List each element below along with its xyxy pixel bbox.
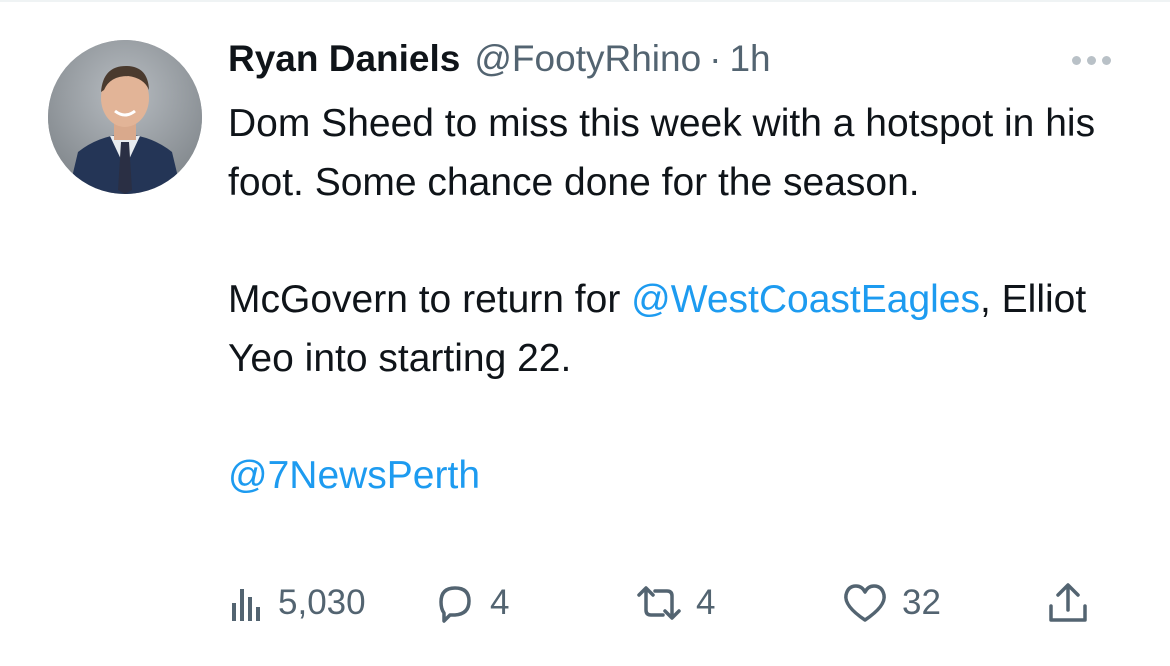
tweet-paragraph-1: Dom Sheed to miss this week with a hotsp…: [228, 102, 1096, 204]
mention-link-westcoasteagles[interactable]: @WestCoastEagles: [631, 278, 980, 321]
tweet-paragraph-3: @7NewsPerth: [228, 446, 1148, 505]
more-dot: [1087, 55, 1096, 65]
views-count: 5,030: [278, 583, 366, 622]
mention-link-7newsperth[interactable]: @7NewsPerth: [228, 454, 480, 497]
share-button[interactable]: [1046, 578, 1090, 628]
share-icon: [1049, 583, 1087, 622]
retweet-button[interactable]: 4: [634, 578, 715, 628]
views-button[interactable]: 5,030: [228, 578, 366, 628]
tweet-actions: 5,030 4 4 32: [228, 578, 1128, 628]
retweet-count: 4: [696, 583, 716, 622]
avatar[interactable]: [48, 40, 202, 194]
analytics-icon: [232, 589, 260, 621]
header-separator: ·: [709, 38, 722, 79]
reply-count: 4: [490, 583, 510, 622]
reply-icon: [439, 586, 471, 623]
author-name[interactable]: Ryan Daniels: [228, 38, 460, 80]
retweet-icon: [637, 586, 681, 620]
like-button[interactable]: 32: [840, 578, 941, 628]
more-dot: [1072, 55, 1081, 65]
more-icon[interactable]: [1072, 50, 1118, 70]
tweet-text: Dom Sheed to miss this week with a hotsp…: [228, 94, 1148, 505]
tweet-timestamp[interactable]: 1h: [729, 38, 770, 80]
reply-button[interactable]: 4: [432, 578, 509, 628]
more-dot: [1102, 55, 1111, 65]
author-handle[interactable]: @FootyRhino: [474, 38, 701, 80]
tweet-paragraph-2: McGovern to return for @WestCoastEagles,…: [228, 270, 1148, 388]
heart-icon: [844, 584, 886, 622]
tweet-header: Ryan Daniels @FootyRhino · 1h: [228, 38, 771, 82]
tweet-text-segment: McGovern to return for: [228, 278, 632, 321]
like-count: 32: [902, 583, 941, 622]
top-divider: [0, 0, 1170, 2]
